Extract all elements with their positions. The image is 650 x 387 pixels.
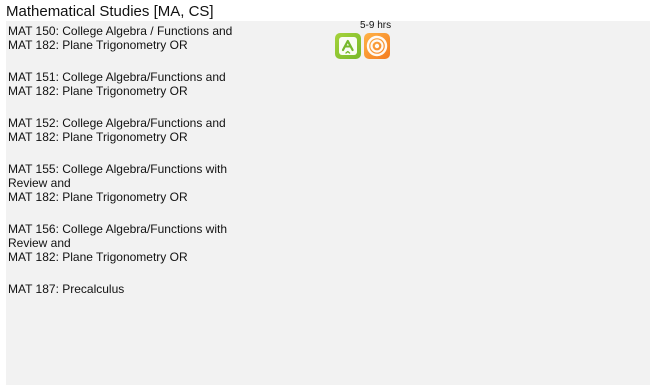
course-panel: MAT 150: College Algebra / Functions and… xyxy=(6,20,650,385)
section-title: Mathematical Studies [MA, CS] xyxy=(6,3,214,20)
course-option-1: MAT 150: College Algebra / Functions and… xyxy=(8,24,318,52)
course-line: MAT 155: College Algebra/Functions with xyxy=(8,162,228,176)
course-option-6: MAT 187: Precalculus xyxy=(8,282,318,296)
course-line: MAT 156: College Algebra/Functions with xyxy=(8,222,228,236)
course-line: MAT 182: Plane Trigonometry OR xyxy=(8,84,188,98)
course-line: MAT 150: College Algebra / Functions and xyxy=(8,24,233,38)
course-line: MAT 152: College Algebra/Functions and xyxy=(8,116,226,130)
course-line: Review and xyxy=(8,176,71,190)
course-option-4: MAT 155: College Algebra/Functions with … xyxy=(8,162,318,204)
green-a-icon[interactable] xyxy=(335,33,361,59)
course-line: MAT 187: Precalculus xyxy=(8,282,125,296)
course-icons xyxy=(335,33,390,59)
orange-target-icon[interactable] xyxy=(364,33,390,59)
green-a-icon-graphic xyxy=(339,37,357,55)
course-line: MAT 182: Plane Trigonometry OR xyxy=(8,38,188,52)
course-line: MAT 151: College Algebra/Functions and xyxy=(8,70,226,84)
orange-target-icon-graphic xyxy=(366,35,388,57)
course-line: Review and xyxy=(8,236,71,250)
course-option-3: MAT 152: College Algebra/Functions and M… xyxy=(8,116,318,144)
course-line: MAT 182: Plane Trigonometry OR xyxy=(8,130,188,144)
course-option-5: MAT 156: College Algebra/Functions with … xyxy=(8,222,318,264)
course-list: MAT 150: College Algebra / Functions and… xyxy=(8,24,318,314)
course-line: MAT 182: Plane Trigonometry OR xyxy=(8,250,188,264)
course-line: MAT 182: Plane Trigonometry OR xyxy=(8,190,188,204)
credit-hours: 5-9 hrs xyxy=(360,20,392,31)
course-option-2: MAT 151: College Algebra/Functions and M… xyxy=(8,70,318,98)
